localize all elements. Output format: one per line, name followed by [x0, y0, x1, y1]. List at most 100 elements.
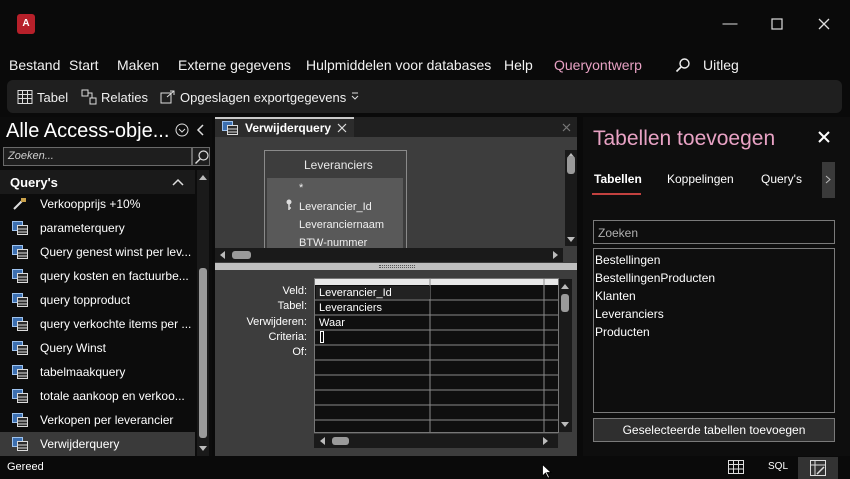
- chevron-up-icon: [172, 178, 184, 186]
- text-cursor: [320, 331, 324, 343]
- update-query-icon: [13, 198, 26, 210]
- query-icon: [12, 389, 28, 403]
- menu-queryontwerp[interactable]: Queryontwerp: [554, 57, 642, 73]
- minimize-button[interactable]: —: [720, 14, 740, 34]
- query-icon: [12, 269, 28, 283]
- grid-vscrollbar[interactable]: [559, 279, 572, 432]
- table-item-producten[interactable]: Producten: [595, 325, 650, 339]
- nav-item-verkopen-per-leverancier[interactable]: Verkopen per leverancier: [0, 408, 195, 432]
- tab-label: Verwijderquery: [245, 121, 332, 135]
- nav-item-verwijderquery[interactable]: Verwijderquery: [0, 432, 195, 456]
- maximize-button[interactable]: [767, 14, 787, 34]
- grid-label-of: Of:: [292, 346, 307, 358]
- table-button[interactable]: Tabel: [17, 88, 68, 106]
- query-icon: [12, 293, 28, 307]
- menu-externe-gegevens[interactable]: Externe gegevens: [178, 57, 291, 73]
- menu-hulpmiddelen[interactable]: Hulpmiddelen voor databases: [306, 57, 491, 73]
- scroll-down-icon: [567, 237, 575, 242]
- collapse-nav-icon[interactable]: [196, 124, 206, 139]
- nav-item-parameterquery[interactable]: parameterquery: [0, 216, 195, 240]
- grid-cell-verwijderen[interactable]: Waar: [319, 317, 345, 329]
- close-document-icon[interactable]: [562, 121, 571, 135]
- menu-maken[interactable]: Maken: [117, 57, 159, 73]
- tab-koppelingen[interactable]: Koppelingen: [667, 172, 734, 186]
- grid-hscrollbar[interactable]: [314, 434, 558, 448]
- table-item-klanten[interactable]: Klanten: [595, 289, 636, 303]
- upper-vscrollbar[interactable]: [565, 150, 577, 246]
- saved-exports-label: Opgeslagen exportgegevens: [180, 89, 347, 105]
- tab-querys[interactable]: Query's: [761, 172, 802, 186]
- saved-exports-button[interactable]: Opgeslagen exportgegevens: [160, 88, 346, 106]
- scroll-up-icon: [199, 175, 207, 180]
- close-window-button[interactable]: [814, 14, 834, 34]
- scroll-left-icon: [320, 437, 325, 445]
- field-leveranciernaam[interactable]: Leveranciernaam: [299, 219, 384, 231]
- field-leverancier-id[interactable]: Leverancier_Id: [299, 201, 372, 213]
- nav-scrollbar[interactable]: [197, 170, 209, 456]
- nav-menu-chevron-icon[interactable]: [175, 123, 189, 140]
- relations-button[interactable]: Relaties: [81, 88, 148, 106]
- upper-hscrollbar[interactable]: [215, 248, 563, 262]
- design-view-icon: [810, 460, 826, 476]
- query-icon: [222, 121, 238, 135]
- field-all[interactable]: *: [299, 182, 303, 194]
- menu-help[interactable]: Help: [504, 57, 533, 73]
- nav-item-label: tabelmaakquery: [40, 365, 126, 379]
- tab-tabellen[interactable]: Tabellen: [594, 172, 642, 186]
- grid-label-criteria: Criteria:: [268, 331, 307, 343]
- nav-item-query-topproduct[interactable]: query topproduct: [0, 288, 195, 312]
- query-icon: [12, 437, 28, 451]
- nav-search-input[interactable]: Zoeken...: [3, 147, 192, 166]
- nav-title[interactable]: Alle Access-obje...: [6, 120, 169, 143]
- access-logo-icon: A: [17, 14, 35, 34]
- menu-start[interactable]: Start: [69, 57, 99, 73]
- nav-item-query-kosten[interactable]: query kosten en factuurbe...: [0, 264, 195, 288]
- nav-item-totale-aankoop[interactable]: totale aankoop en verkoo...: [0, 384, 195, 408]
- customize-toolbar-icon[interactable]: [350, 91, 360, 105]
- query-icon: [12, 365, 28, 379]
- tab-verwijderquery[interactable]: Verwijderquery: [215, 117, 354, 137]
- close-tab-icon: [337, 123, 347, 133]
- nav-item-label: Verkoopprijs +10%: [40, 197, 141, 211]
- scroll-right-icon: [553, 251, 558, 259]
- grid-vscroll-thumb[interactable]: [561, 294, 569, 312]
- grid-cell-tabel[interactable]: Leveranciers: [319, 302, 382, 314]
- nav-item-label: Query Winst: [40, 341, 107, 355]
- mouse-pointer-icon: [542, 463, 553, 479]
- nav-item-verkoopprijs[interactable]: Verkoopprijs +10%: [0, 192, 195, 216]
- upper-hscroll-thumb[interactable]: [232, 251, 251, 259]
- nav-search-button[interactable]: [192, 147, 210, 166]
- nav-item-query-verkochte-items[interactable]: query verkochte items per ...: [0, 312, 195, 336]
- nav-item-tabelmaakquery[interactable]: tabelmaakquery: [0, 360, 195, 384]
- tables-search-input[interactable]: Zoeken: [593, 220, 835, 244]
- query-icon: [12, 221, 28, 235]
- table-item-leveranciers[interactable]: Leveranciers: [595, 307, 664, 321]
- tabs-scroll-right-button[interactable]: [822, 162, 835, 198]
- nav-item-label: query kosten en factuurbe...: [40, 269, 189, 283]
- query-design-grid[interactable]: Leverancier_Id Leveranciers Waar: [314, 278, 559, 433]
- add-selected-tables-button[interactable]: Geselecteerde tabellen toevoegen: [593, 418, 835, 442]
- table-box-title: Leveranciers: [304, 158, 373, 172]
- datasheet-view-icon[interactable]: [728, 460, 744, 477]
- scroll-down-icon: [561, 422, 569, 427]
- nav-scroll-thumb[interactable]: [199, 268, 207, 438]
- menu-bestand[interactable]: Bestand: [9, 57, 60, 73]
- query-icon: [12, 413, 28, 427]
- table-item-bestellingen[interactable]: Bestellingen: [595, 253, 660, 267]
- queries-group-header[interactable]: Query's: [0, 170, 195, 194]
- table-item-bestellingenproducten[interactable]: BestellingenProducten: [595, 271, 715, 285]
- nav-item-label: Verkopen per leverancier: [40, 413, 174, 427]
- nav-item-label: Query genest winst per lev...: [40, 245, 192, 259]
- close-pane-icon[interactable]: [818, 131, 830, 146]
- design-view-button[interactable]: [798, 457, 838, 479]
- grid-hscroll-thumb[interactable]: [332, 437, 349, 445]
- pane-splitter[interactable]: [215, 263, 577, 270]
- nav-item-query-winst[interactable]: Query Winst: [0, 336, 195, 360]
- grid-cell-veld[interactable]: Leverancier_Id: [319, 287, 392, 299]
- sql-view-button[interactable]: SQL: [768, 461, 788, 472]
- nav-item-query-genest[interactable]: Query genest winst per lev...: [0, 240, 195, 264]
- relations-icon: [81, 89, 97, 105]
- search-icon[interactable]: [675, 57, 691, 76]
- tell-me-label[interactable]: Uitleg: [703, 57, 739, 73]
- upper-vscroll-thumb[interactable]: [567, 156, 575, 174]
